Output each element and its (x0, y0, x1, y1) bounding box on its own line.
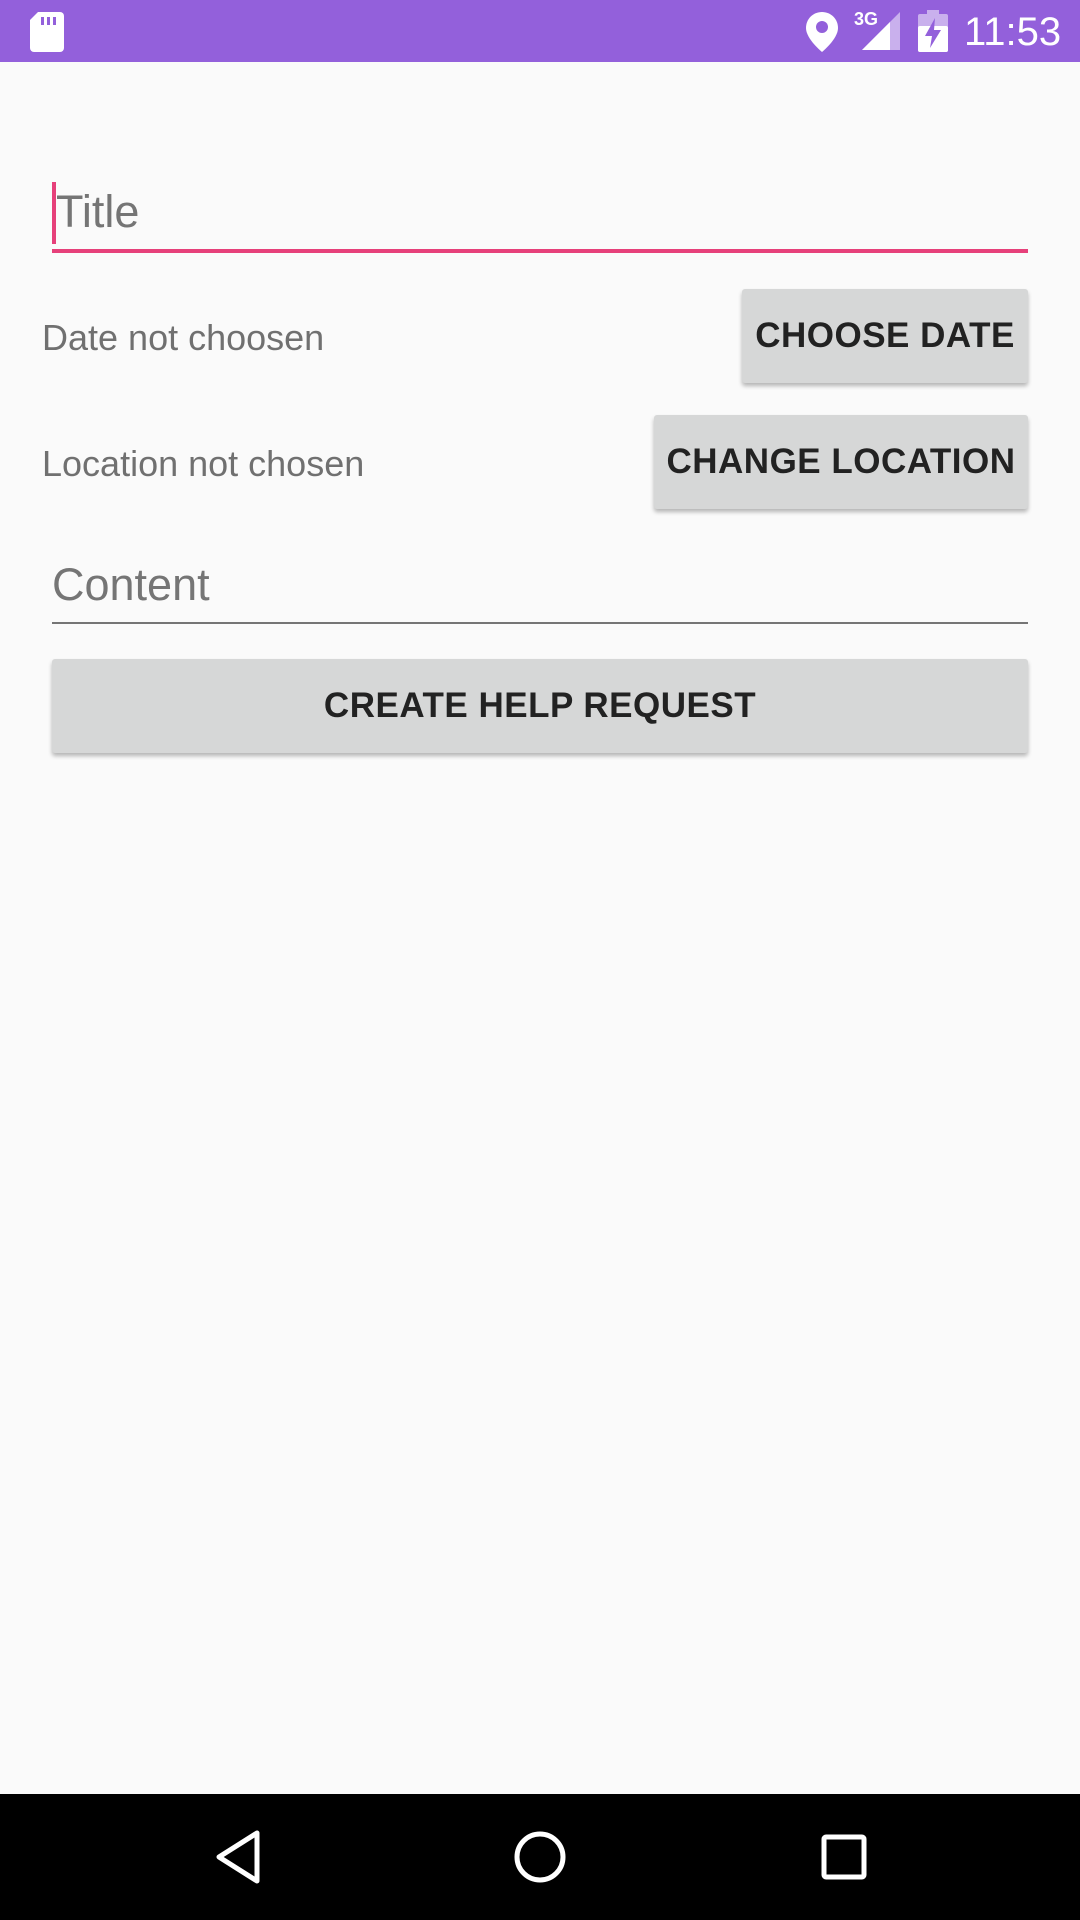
recents-button[interactable] (774, 1794, 914, 1920)
home-icon (514, 1831, 566, 1883)
status-time: 11:53 (964, 10, 1062, 54)
content-input[interactable] (52, 548, 1028, 624)
location-status-label: Location not chosen (42, 443, 365, 484)
battery-charging-icon (918, 10, 948, 52)
title-input[interactable] (52, 175, 1028, 253)
network-type-label: 3G (854, 9, 879, 29)
sd-card-icon (30, 12, 64, 52)
text-cursor (52, 182, 56, 244)
home-button[interactable] (470, 1794, 610, 1920)
status-bar: 3G 11:53 (0, 0, 1080, 62)
date-status-label: Date not choosen (42, 317, 325, 358)
navigation-bar (0, 1794, 1080, 1920)
choose-date-button[interactable]: CHOOSE DATE (742, 289, 1028, 383)
back-button[interactable] (168, 1794, 308, 1920)
create-help-request-button[interactable]: CREATE HELP REQUEST (52, 659, 1028, 753)
location-icon (806, 12, 838, 52)
change-location-button[interactable]: CHANGE LOCATION (654, 415, 1028, 509)
recents-icon (821, 1834, 867, 1880)
back-icon (216, 1830, 260, 1884)
